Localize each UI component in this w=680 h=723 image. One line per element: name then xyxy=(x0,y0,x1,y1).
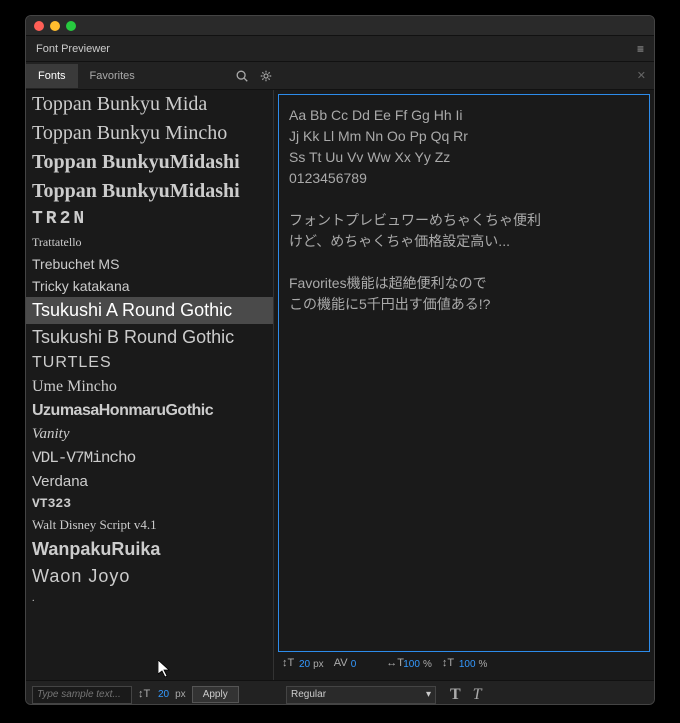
tab-favorites[interactable]: Favorites xyxy=(78,64,147,88)
font-item[interactable]: Walt Disney Script v4.1 xyxy=(26,514,273,536)
vscale-control[interactable]: ↕T 100 % xyxy=(442,657,488,671)
list-size-value[interactable]: 20 xyxy=(158,689,169,700)
chevron-down-icon: ▾ xyxy=(426,689,431,700)
font-item[interactable]: Toppan BunkyuMidashi xyxy=(26,148,273,177)
font-item[interactable]: . xyxy=(26,590,273,607)
font-item[interactable]: Trattatello xyxy=(26,232,273,253)
preview-textarea[interactable]: Aa Bb Cc Dd Ee Ff Gg Hh Ii Jj Kk Ll Mm N… xyxy=(278,94,650,652)
titlebar xyxy=(26,16,654,36)
preview-line: けど、めちゃくちゃ価格設定高い... xyxy=(289,231,639,252)
minimize-button[interactable] xyxy=(50,21,60,31)
font-item[interactable]: WanpakuRuika xyxy=(26,536,273,563)
font-item[interactable]: Verdana xyxy=(26,470,273,493)
gear-icon[interactable] xyxy=(258,68,274,84)
preview-line: 0123456789 xyxy=(289,168,639,189)
panel-header: Font Previewer ≡ xyxy=(26,36,654,62)
tracking-icon: AV xyxy=(334,657,348,671)
font-item[interactable]: TR2N xyxy=(26,206,273,232)
font-item[interactable]: Tsukushi B Round Gothic xyxy=(26,324,273,351)
font-item[interactable]: Toppan Bunkyu Mincho xyxy=(26,119,273,148)
preview-line: この機能に5千円出す価値ある!? xyxy=(289,294,639,315)
font-item[interactable]: Waon Joyo xyxy=(26,563,273,590)
preview-line: Favorites機能は超絶便利なので xyxy=(289,273,639,294)
font-size-icon: ↕T xyxy=(282,657,296,671)
maximize-button[interactable] xyxy=(66,21,76,31)
font-item[interactable]: Vanity xyxy=(26,423,273,446)
sample-text-input[interactable] xyxy=(32,686,132,704)
font-style-value: Regular xyxy=(291,689,326,700)
tracking-control[interactable]: AV 0 xyxy=(334,657,357,671)
list-size-icon: ↕T xyxy=(138,688,152,702)
font-item[interactable]: VT323 xyxy=(26,493,273,514)
tab-fonts[interactable]: Fonts xyxy=(26,64,78,88)
font-item[interactable]: Tsukushi A Round Gothic xyxy=(26,297,273,324)
hscale-control[interactable]: ↔T 100 % xyxy=(386,657,432,671)
preview-line: フォントプレビュワーめちゃくちゃ便利 xyxy=(289,210,639,231)
preview-controls: ↕T 20 px AV 0 ↔T 100 % ↕T 100 % xyxy=(278,652,650,676)
preview-line: Ss Tt Uu Vv Ww Xx Yy Zz xyxy=(289,147,639,168)
font-item[interactable]: Tricky katakana xyxy=(26,275,273,297)
font-item[interactable]: Toppan Bunkyu Mida xyxy=(26,90,273,119)
font-item[interactable]: UzumasaHonmaruGothic xyxy=(26,399,273,423)
apply-button[interactable]: Apply xyxy=(192,686,239,703)
preview-line: Aa Bb Cc Dd Ee Ff Gg Hh Ii xyxy=(289,105,639,126)
close-button[interactable] xyxy=(34,21,44,31)
font-item[interactable]: Trebuchet MS xyxy=(26,253,273,275)
bottom-bar: ↕T 20 px Apply Regular ▾ T T xyxy=(26,680,654,705)
tab-row: Fonts Favorites ✕ xyxy=(26,62,654,90)
preview-line xyxy=(289,189,639,210)
font-list[interactable]: Toppan Bunkyu MidaToppan Bunkyu MinchoTo… xyxy=(26,90,274,680)
close-panel-icon[interactable]: ✕ xyxy=(637,69,646,82)
italic-toggle-icon[interactable]: T xyxy=(473,686,482,704)
preview-line xyxy=(289,252,639,273)
font-item[interactable]: Ume Mincho xyxy=(26,375,273,399)
panel-title: Font Previewer xyxy=(36,43,637,55)
font-style-select[interactable]: Regular ▾ xyxy=(286,686,436,704)
font-item[interactable]: TURTLES xyxy=(26,351,273,375)
font-item[interactable]: Toppan BunkyuMidashi xyxy=(26,177,273,206)
preview-line: Jj Kk Ll Mm Nn Oo Pp Qq Rr xyxy=(289,126,639,147)
hscale-icon: ↔T xyxy=(386,657,400,671)
panel-menu-icon[interactable]: ≡ xyxy=(637,42,644,56)
bold-toggle-icon[interactable]: T xyxy=(450,686,461,704)
font-item[interactable]: VDL-V7Mincho xyxy=(26,446,273,470)
vscale-icon: ↕T xyxy=(442,657,456,671)
font-size-control[interactable]: ↕T 20 px xyxy=(282,657,324,671)
search-icon[interactable] xyxy=(234,68,250,84)
